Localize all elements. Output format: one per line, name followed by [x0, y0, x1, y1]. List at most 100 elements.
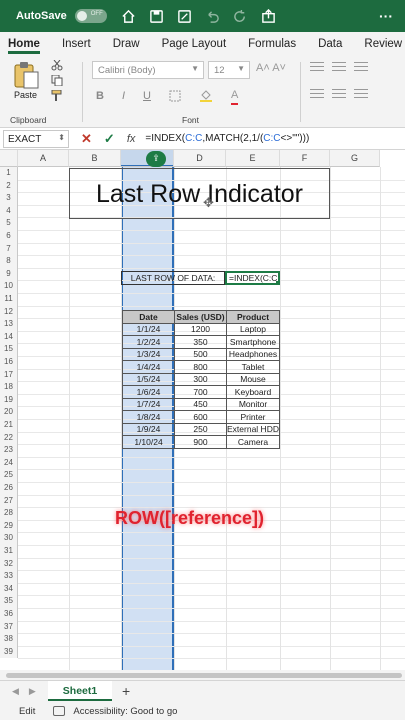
table-cell-date[interactable]: 1/6/24 [122, 385, 175, 399]
sheet-tab-sheet1[interactable]: Sheet1 [48, 681, 112, 701]
row-header[interactable]: 29 [0, 519, 18, 533]
table-cell-product[interactable]: Laptop [226, 322, 280, 336]
select-all-corner[interactable] [0, 150, 18, 167]
table-cell-sales[interactable]: 600 [174, 410, 227, 424]
copy-icon[interactable] [50, 74, 64, 87]
table-cell-sales[interactable]: 500 [174, 347, 227, 361]
row-header[interactable]: 2 [0, 179, 18, 193]
table-cell-product[interactable]: Monitor [226, 397, 280, 411]
cut-icon[interactable] [50, 59, 64, 71]
table-cell-product[interactable]: Camera [226, 435, 280, 449]
borders-icon[interactable] [169, 90, 181, 105]
row-header[interactable]: 21 [0, 419, 18, 432]
row-header[interactable]: 34 [0, 582, 18, 596]
table-cell-date[interactable]: 1/9/24 [122, 422, 175, 436]
align-middle-icon[interactable] [332, 62, 346, 71]
row-header[interactable]: 13 [0, 318, 18, 331]
row-header[interactable]: 17 [0, 368, 18, 382]
select-column-icon[interactable]: ⇪ [146, 151, 166, 167]
row-header[interactable]: 26 [0, 482, 18, 495]
table-cell-sales[interactable]: 900 [174, 435, 227, 449]
row-header[interactable]: 20 [0, 406, 18, 419]
table-cell-date[interactable]: 1/2/24 [122, 335, 175, 349]
fill-color-icon[interactable] [199, 90, 213, 105]
font-name-select[interactable]: Calibri (Body) ▼ [92, 61, 204, 79]
name-box[interactable]: EXACT ⬍ [3, 129, 69, 148]
underline-button[interactable]: U [143, 90, 151, 105]
row-header[interactable]: 6 [0, 230, 18, 243]
table-cell-product[interactable]: Headphones [226, 347, 280, 361]
spreadsheet-grid[interactable]: ABDEFG 1 2 3 4 5 6 7 8 9 10 11 12 13 14 15 16 17 18 19 20 21… [0, 150, 405, 670]
more-icon[interactable]: ··· [379, 8, 393, 24]
row-header[interactable]: 8 [0, 255, 18, 268]
accessibility-icon[interactable] [53, 706, 66, 716]
home-icon[interactable] [121, 8, 137, 24]
align-top-icon[interactable] [310, 62, 324, 71]
table-cell-sales[interactable]: 800 [174, 360, 227, 374]
table-cell-date[interactable]: 1/3/24 [122, 347, 175, 361]
edit-icon[interactable] [177, 8, 193, 24]
table-cell-product[interactable]: External HDD [226, 422, 280, 436]
column-header-e[interactable]: E [226, 150, 280, 167]
table-cell-sales[interactable]: 1200 [174, 322, 227, 336]
row-header[interactable]: 37 [0, 620, 18, 634]
column-header-f[interactable]: F [280, 150, 330, 167]
tab-page-layout[interactable]: Page Layout [162, 38, 227, 54]
row-header[interactable]: 3 [0, 192, 18, 205]
row-header[interactable]: 15 [0, 343, 18, 356]
row-header[interactable]: 16 [0, 356, 18, 369]
accessibility-status[interactable]: Accessibility: Good to go [73, 706, 177, 717]
tab-home[interactable]: Home [8, 38, 40, 54]
row-header[interactable]: 23 [0, 444, 18, 457]
row-header[interactable]: 36 [0, 608, 18, 621]
table-cell-sales[interactable]: 350 [174, 335, 227, 349]
table-cell-product[interactable]: Mouse [226, 372, 280, 386]
row-header[interactable]: 39 [0, 645, 18, 659]
row-header[interactable]: 5 [0, 217, 18, 230]
share-icon[interactable] [261, 8, 277, 24]
save-icon[interactable] [149, 8, 165, 24]
bold-button[interactable]: B [96, 90, 104, 105]
row-header[interactable]: 9 [0, 267, 18, 281]
sheet-nav-arrows[interactable]: ◀▶ [12, 686, 46, 697]
title-textbox[interactable]: Last Row Indicator [69, 168, 330, 219]
tab-insert[interactable]: Insert [62, 38, 91, 54]
font-size-select[interactable]: 12 ▼ [208, 61, 250, 79]
add-sheet-button[interactable]: + [122, 683, 130, 699]
insert-function-icon[interactable]: fx [127, 133, 136, 145]
cancel-icon[interactable]: ✕ [81, 131, 92, 147]
italic-button[interactable]: I [122, 90, 125, 105]
row-header[interactable]: 27 [0, 494, 18, 508]
row-header[interactable]: 11 [0, 293, 18, 306]
autosave-toggle[interactable]: OFF [74, 9, 107, 23]
row-header[interactable]: 30 [0, 532, 18, 545]
table-cell-product[interactable]: Keyboard [226, 385, 280, 399]
row-header[interactable]: 24 [0, 456, 18, 470]
row-header[interactable]: 1 [0, 167, 18, 180]
active-cell[interactable]: =INDEX(C:C, [225, 271, 280, 285]
row-header[interactable]: 4 [0, 204, 18, 218]
tab-formulas[interactable]: Formulas [248, 38, 296, 54]
font-color-button[interactable]: A [230, 90, 239, 105]
tab-review[interactable]: Review [364, 38, 402, 54]
column-header-a[interactable]: A [18, 150, 69, 167]
table-cell-product[interactable]: Printer [226, 410, 280, 424]
table-cell-product[interactable]: Tablet [226, 360, 280, 374]
table-cell-date[interactable]: 1/10/24 [122, 435, 175, 449]
align-bottom-icon[interactable] [354, 62, 368, 71]
font-grow-shrink[interactable]: A˄ A˅ [256, 62, 286, 74]
table-cell-date[interactable]: 1/5/24 [122, 372, 175, 386]
scrollbar-thumb[interactable] [6, 673, 402, 678]
row-header[interactable]: 38 [0, 633, 18, 646]
row-header[interactable]: 35 [0, 595, 18, 608]
row-header[interactable]: 18 [0, 381, 18, 394]
row-header[interactable]: 31 [0, 545, 18, 558]
row-header[interactable]: 10 [0, 280, 18, 293]
table-cell-sales[interactable]: 300 [174, 372, 227, 386]
fill-handle[interactable] [276, 281, 278, 283]
column-header-d[interactable]: D [174, 150, 226, 167]
row-header[interactable]: 33 [0, 570, 18, 583]
formula-input[interactable]: =INDEX(C:C,MATCH(2,1/(C:C<>""))) [145, 133, 309, 144]
row-header[interactable]: 19 [0, 393, 18, 407]
align-left-icon[interactable] [310, 89, 324, 98]
